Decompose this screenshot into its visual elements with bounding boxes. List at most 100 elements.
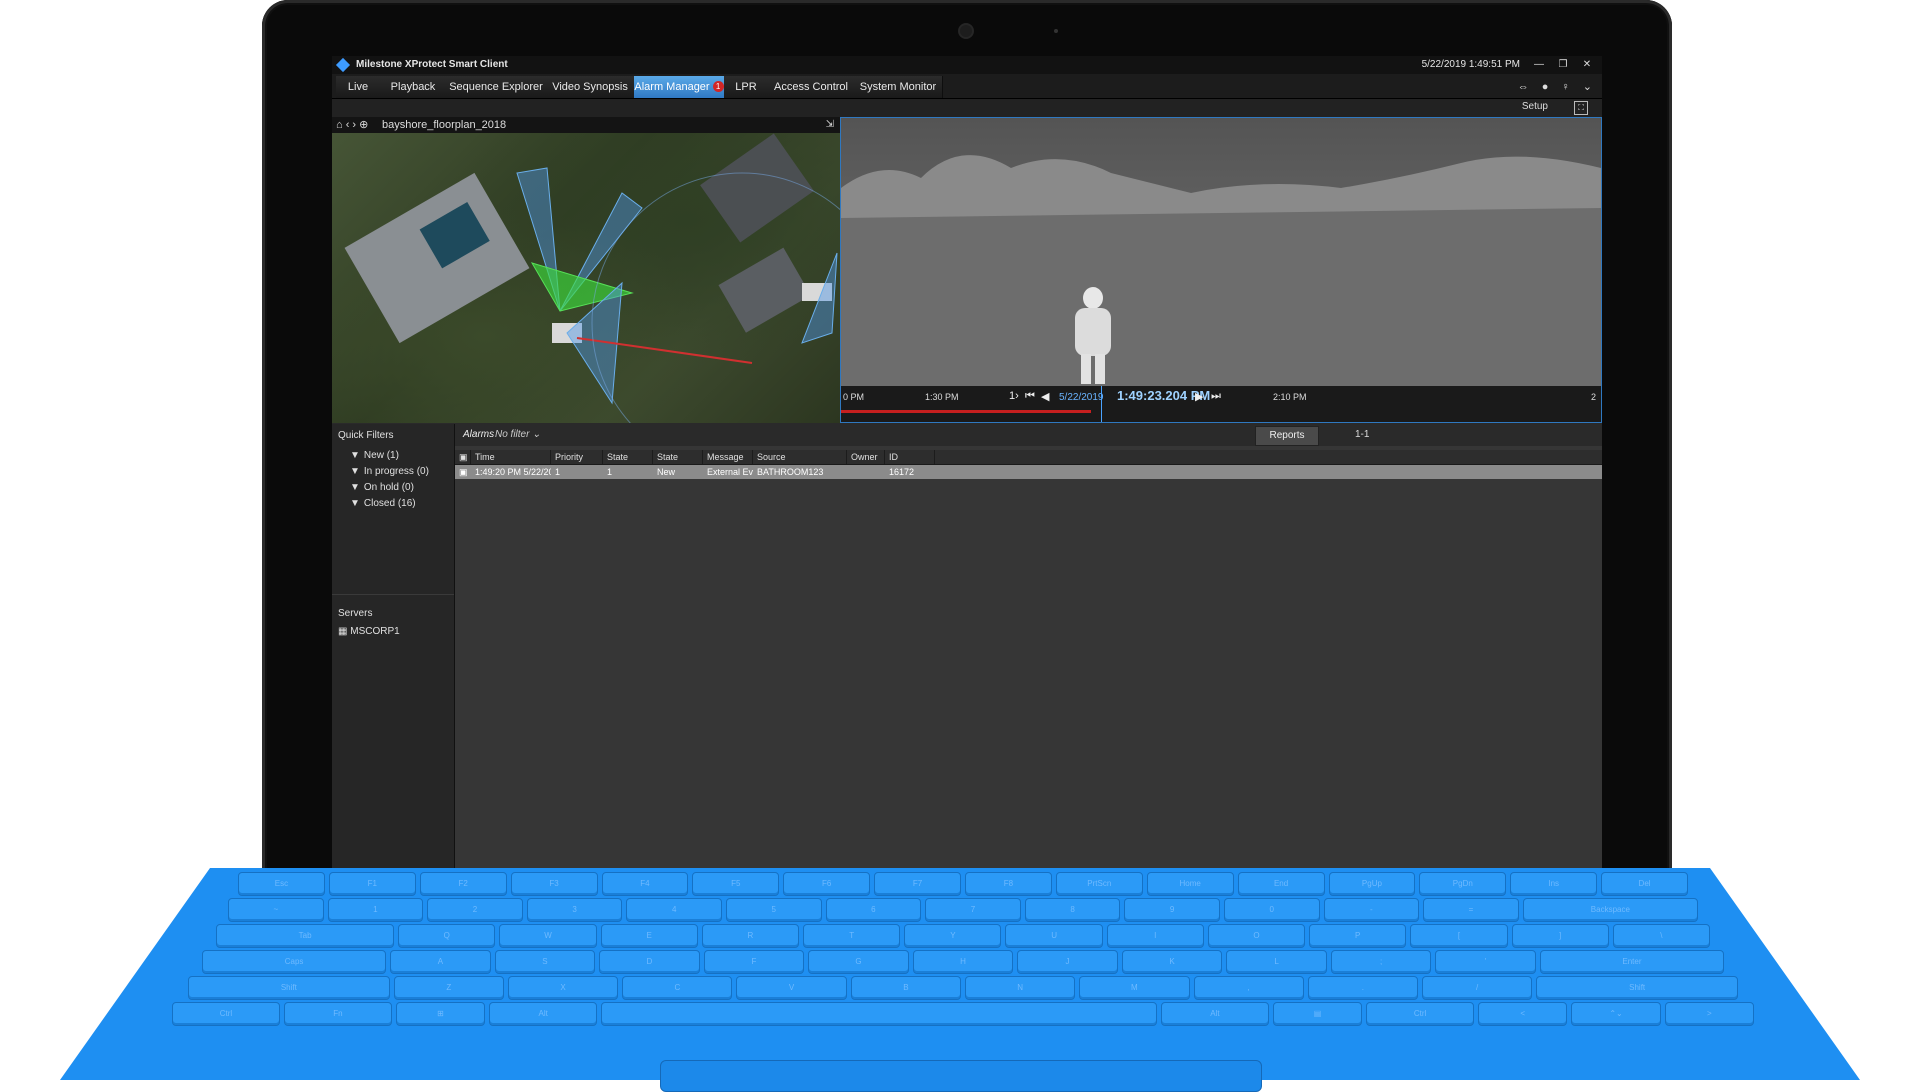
key[interactable]: 4 [626, 898, 722, 922]
play-reverse-icon[interactable]: ◀ [1041, 390, 1049, 403]
key[interactable]: K [1121, 950, 1223, 974]
key[interactable] [601, 1002, 1157, 1026]
key[interactable]: X [507, 976, 619, 1000]
key[interactable]: Fn [283, 1002, 392, 1026]
key[interactable]: Enter [1539, 950, 1724, 974]
key[interactable]: \ [1612, 924, 1710, 948]
maximize-button[interactable]: ❐ [1552, 56, 1574, 74]
column-header-message[interactable]: Message [703, 450, 753, 464]
key[interactable]: F5 [692, 872, 780, 896]
play-icon[interactable]: ▶ [1195, 390, 1203, 403]
info-icon[interactable]: ● [1542, 81, 1549, 93]
key[interactable]: 2 [427, 898, 523, 922]
playback-timeline[interactable]: 0 PM 1:30 PM 1› ⏮ ◀ 5/22/2019 1:49:23.20… [841, 386, 1601, 422]
key[interactable]: 8 [1024, 898, 1121, 922]
key[interactable]: > [1664, 1002, 1754, 1026]
key[interactable]: H [912, 950, 1014, 974]
tab-system-monitor[interactable]: System Monitor [854, 76, 943, 98]
column-header-id[interactable]: ID [885, 450, 935, 464]
server-item[interactable]: ▦ MSCORP1 [338, 626, 400, 637]
key[interactable]: ⊞ [395, 1002, 486, 1026]
timeline-cursor[interactable] [1101, 386, 1102, 422]
key[interactable]: 6 [825, 898, 922, 922]
step-back-icon[interactable]: ⏮ [1025, 390, 1035, 403]
key[interactable]: A [390, 950, 491, 974]
close-button[interactable]: ✕ [1576, 56, 1598, 74]
key[interactable]: U [1005, 924, 1103, 948]
key[interactable]: 1 [327, 898, 424, 922]
key[interactable]: Home [1146, 872, 1234, 896]
filter-on-hold[interactable]: ▼ On hold (0) [350, 482, 414, 493]
key[interactable]: F8 [965, 872, 1052, 896]
key[interactable]: Shift [188, 976, 390, 1000]
key[interactable]: G [808, 950, 909, 974]
key[interactable]: F7 [874, 872, 961, 896]
skip-back-icon[interactable]: 1› [1009, 390, 1019, 402]
key[interactable]: E [600, 924, 698, 948]
key[interactable]: F6 [783, 872, 871, 896]
key[interactable]: , [1193, 976, 1304, 1000]
column-icon-header[interactable]: ▣ [455, 450, 471, 464]
key[interactable]: Q [398, 924, 496, 948]
key[interactable]: O [1207, 924, 1306, 948]
fullscreen-icon[interactable]: ⛶ [1574, 101, 1588, 115]
map-nav-icons[interactable]: ⌂ ‹ › ⊕ [336, 117, 368, 133]
column-header-priority[interactable]: Priority Level [551, 450, 603, 476]
key[interactable]: F2 [419, 872, 507, 896]
key[interactable]: Del [1601, 872, 1688, 896]
key[interactable]: PgUp [1328, 872, 1416, 896]
key[interactable]: = [1423, 898, 1519, 922]
tab-sequence-explorer[interactable]: Sequence Explorer [446, 76, 547, 98]
key[interactable]: S [494, 950, 596, 974]
key[interactable]: F3 [510, 872, 598, 896]
key[interactable]: - [1323, 898, 1420, 922]
key[interactable]: V [736, 976, 847, 1000]
key[interactable]: Y [904, 924, 1002, 948]
alarm-filter-dropdown[interactable]: No filter ⌄ [495, 429, 541, 440]
tab-lpr[interactable]: LPR [724, 76, 769, 98]
setup-button[interactable]: Setup [1522, 101, 1548, 112]
minimize-button[interactable]: — [1528, 56, 1550, 74]
key[interactable]: F1 [328, 872, 416, 896]
key[interactable]: F [703, 950, 805, 974]
map-view[interactable] [332, 133, 840, 423]
key[interactable]: R [701, 924, 800, 948]
tab-video-synopsis[interactable]: Video Synopsis [546, 76, 635, 98]
key[interactable]: F4 [601, 872, 689, 896]
key[interactable]: PrtScn [1055, 872, 1143, 896]
tab-playback[interactable]: Playback [380, 76, 447, 98]
key[interactable]: ~ [228, 898, 324, 922]
thermal-camera-feed[interactable] [841, 118, 1601, 386]
key[interactable]: ; [1330, 950, 1432, 974]
trackpad[interactable] [660, 1060, 1262, 1092]
key[interactable]: B [850, 976, 961, 1000]
filter-new[interactable]: ▼ New (1) [350, 450, 399, 461]
key[interactable]: Tab [216, 924, 395, 948]
key[interactable]: T [803, 924, 901, 948]
key[interactable]: 9 [1124, 898, 1220, 922]
key[interactable]: Ctrl [1366, 1002, 1475, 1026]
key[interactable]: Shift [1536, 976, 1738, 1000]
key[interactable]: / [1422, 976, 1533, 1000]
filter-in-progress[interactable]: ▼ In progress (0) [350, 466, 429, 477]
key[interactable]: . [1307, 976, 1419, 1000]
key[interactable]: ] [1511, 924, 1609, 948]
key[interactable]: Ins [1510, 872, 1598, 896]
key[interactable]: 7 [925, 898, 1021, 922]
key[interactable]: PgDn [1419, 872, 1507, 896]
key[interactable]: W [499, 924, 597, 948]
key[interactable]: P [1309, 924, 1407, 948]
column-header-state-level[interactable]: State Level [603, 450, 653, 476]
key[interactable]: D [599, 950, 700, 974]
key[interactable]: End [1237, 872, 1325, 896]
key[interactable]: L [1226, 950, 1327, 974]
pin-icon[interactable]: ⇔ [1518, 81, 1529, 93]
key[interactable]: Alt [1160, 1002, 1269, 1026]
key-icon[interactable]: ♀ [1561, 81, 1569, 93]
key[interactable]: Z [393, 976, 504, 1000]
filter-closed[interactable]: ▼ Closed (16) [350, 498, 416, 509]
key[interactable]: Esc [238, 872, 325, 896]
key[interactable]: ▤ [1272, 1002, 1363, 1026]
key[interactable]: 5 [725, 898, 822, 922]
chevron-down-icon[interactable]: ⌄ [1583, 81, 1592, 93]
